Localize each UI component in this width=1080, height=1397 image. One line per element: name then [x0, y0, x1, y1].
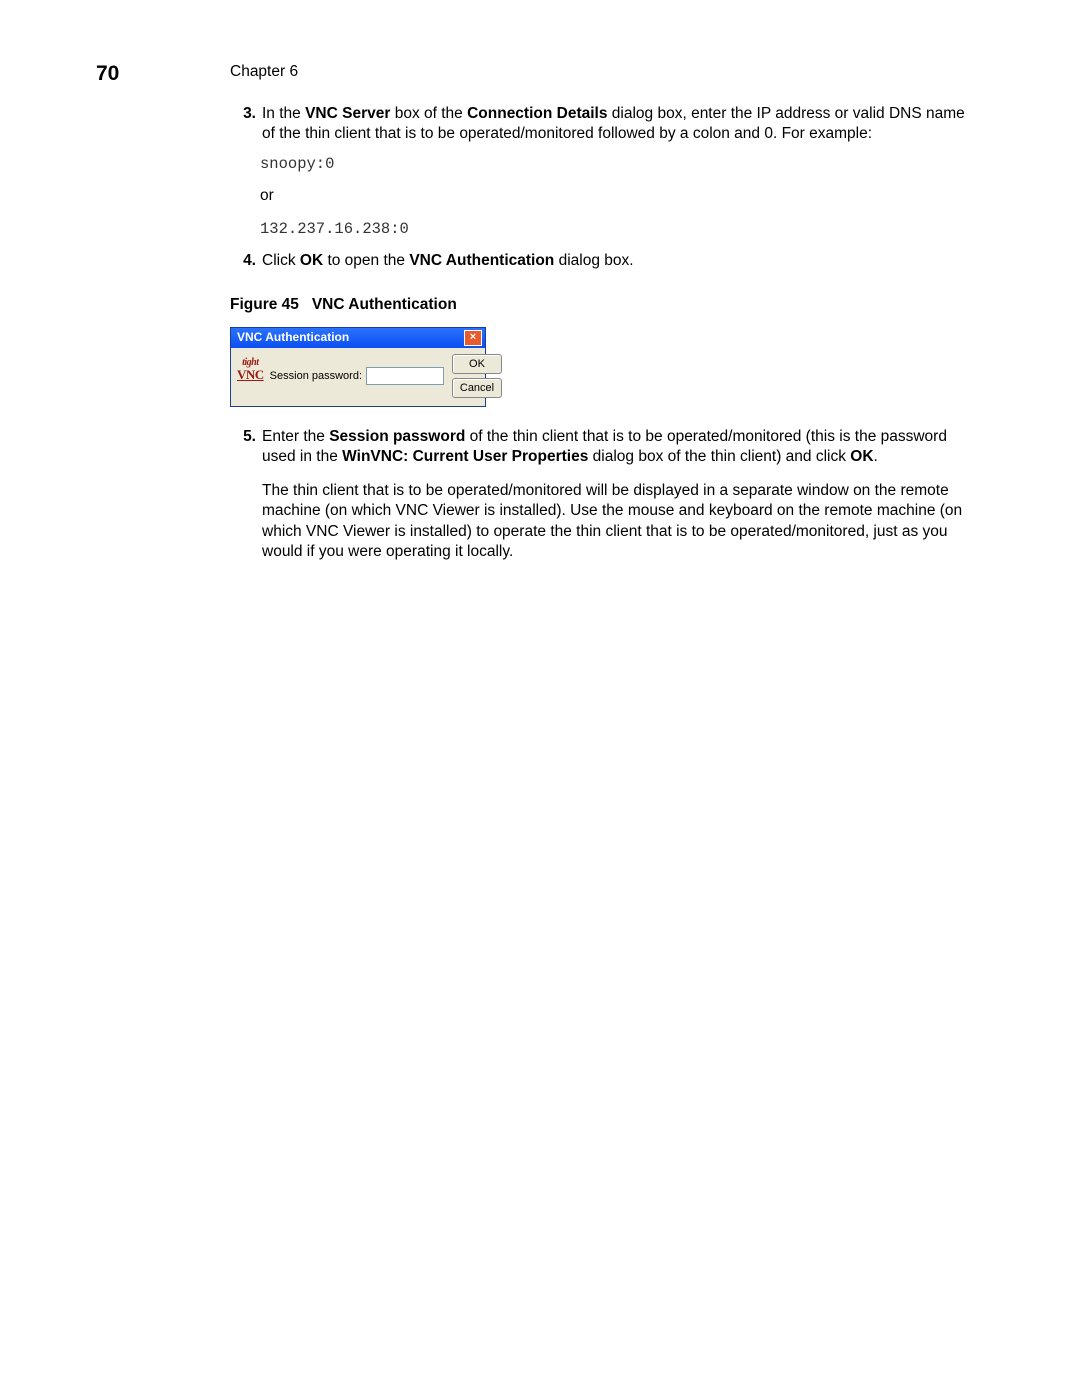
logo-text-bottom: VNC	[237, 368, 264, 381]
session-password-label: Session password:	[270, 369, 362, 383]
dialog-buttons: OK Cancel	[452, 354, 502, 398]
code-example: snoopy:0	[260, 154, 970, 174]
dialog-form: Session password: OK Cancel	[270, 354, 502, 398]
text: Enter the	[262, 428, 329, 445]
cancel-button[interactable]: Cancel	[452, 378, 502, 398]
step-body: Click OK to open the VNC Authentication …	[258, 251, 970, 271]
text: dialog box of the thin client) and click	[588, 448, 850, 465]
ok-button[interactable]: OK	[452, 354, 502, 374]
bold-text: VNC Authentication	[409, 252, 554, 269]
chapter-heading: Chapter 6	[230, 62, 298, 82]
text: dialog box.	[554, 252, 633, 269]
document-page: 70 Chapter 6 3. In the VNC Server box of…	[0, 0, 1080, 1397]
bold-text: VNC Server	[305, 105, 390, 122]
step-number: 3.	[230, 104, 258, 144]
text: to open the	[323, 252, 409, 269]
dialog-body: tight VNC Session password: OK Cancel	[231, 348, 485, 406]
bold-text: OK	[300, 252, 323, 269]
step-body: Enter the Session password of the thin c…	[258, 427, 970, 562]
dialog-title: VNC Authentication	[237, 330, 349, 346]
text: box of the	[390, 105, 467, 122]
figure-caption: Figure 45 VNC Authentication	[230, 295, 970, 315]
paragraph: The thin client that is to be operated/m…	[262, 481, 970, 562]
figure-title: VNC Authentication	[312, 296, 457, 313]
bold-text: Connection Details	[467, 105, 607, 122]
step-4: 4. Click OK to open the VNC Authenticati…	[230, 251, 970, 271]
page-content: 3. In the VNC Server box of the Connecti…	[230, 58, 970, 562]
text: .	[874, 448, 878, 465]
step-number: 4.	[230, 251, 258, 271]
close-icon[interactable]: ×	[464, 330, 482, 346]
code-example: 132.237.16.238:0	[260, 219, 970, 239]
step-3: 3. In the VNC Server box of the Connecti…	[230, 104, 970, 144]
example-block: snoopy:0 or 132.237.16.238:0	[260, 154, 970, 238]
session-password-input[interactable]	[366, 367, 444, 385]
text: Click	[262, 252, 300, 269]
bold-text: Session password	[329, 428, 465, 445]
text: or	[260, 186, 970, 206]
bold-text: WinVNC: Current User Properties	[342, 448, 588, 465]
page-number: 70	[96, 60, 119, 87]
tightvnc-logo-icon: tight VNC	[237, 354, 264, 386]
step-body: In the VNC Server box of the Connection …	[258, 104, 970, 144]
vnc-auth-dialog: VNC Authentication × tight VNC Session p…	[230, 327, 486, 407]
text: In the	[262, 105, 305, 122]
figure-label: Figure 45	[230, 296, 299, 313]
step-5: 5. Enter the Session password of the thi…	[230, 427, 970, 562]
dialog-titlebar[interactable]: VNC Authentication ×	[231, 328, 485, 348]
bold-text: OK	[850, 448, 873, 465]
step-number: 5.	[230, 427, 258, 562]
